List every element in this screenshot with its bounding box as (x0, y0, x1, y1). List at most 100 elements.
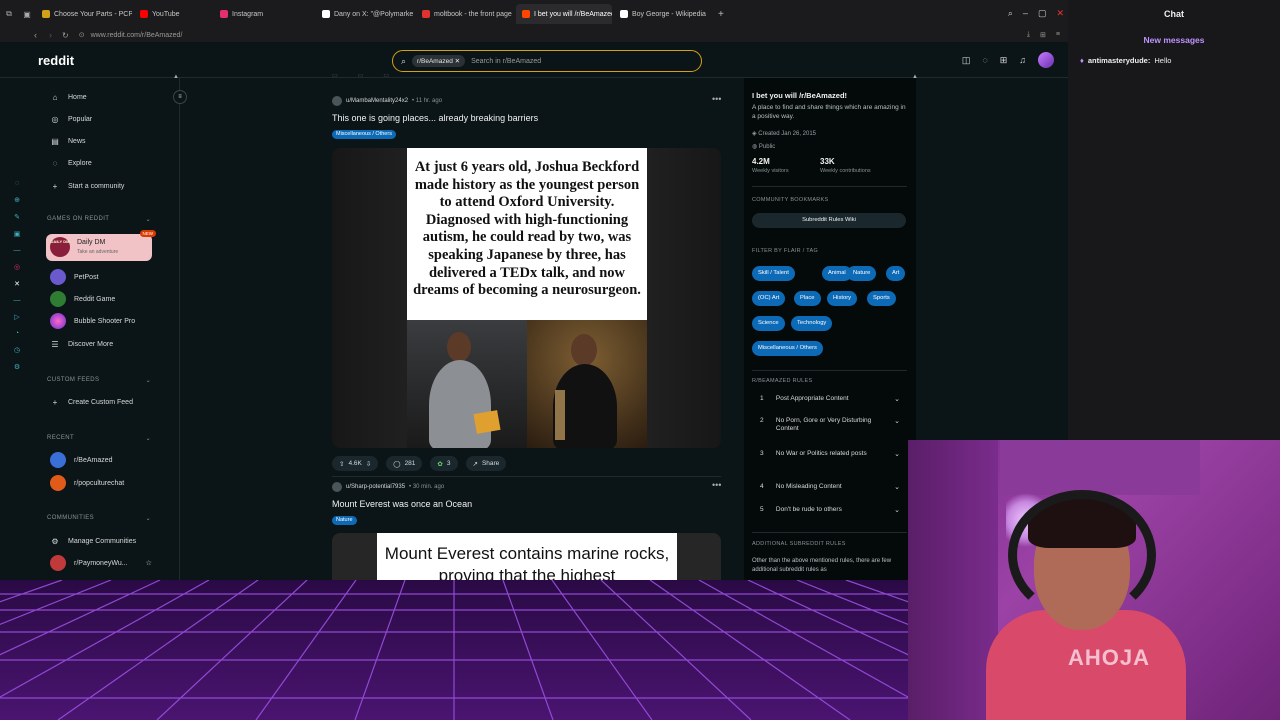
tab-groups-icon[interactable]: ▣ (18, 10, 36, 19)
download-icon[interactable]: ⤓ (1027, 31, 1030, 39)
game-reddit-game[interactable]: Reddit Game (50, 291, 115, 307)
maximize-icon[interactable]: ▢ (1038, 8, 1047, 19)
browser-menu-icon[interactable]: ⧉ (0, 9, 18, 19)
sidepanel-icon[interactable]: ◌ (15, 180, 19, 187)
sidepanel-icon[interactable]: — (14, 297, 21, 304)
nav-item-popular[interactable]: ◎ Popular (50, 112, 93, 126)
flair-filter-chip[interactable]: (OC) Art (752, 291, 786, 306)
reddit-logo[interactable]: reddit (38, 53, 74, 68)
star-icon[interactable]: ☆ (146, 559, 152, 567)
url-field[interactable]: www.reddit.com/r/BeAmazed/ (91, 32, 183, 39)
post-author[interactable]: u/Sharp-potential7935 (346, 484, 405, 490)
flair-filter-chip[interactable]: Sports (867, 291, 896, 306)
browser-tab[interactable]: Instagram (214, 4, 314, 24)
downvote-icon[interactable]: ⇩ (366, 460, 371, 468)
chat-username[interactable]: antimasterydude: (1088, 56, 1151, 65)
rule-item[interactable]: 1 Post Appropriate Content ⌄ (760, 395, 900, 403)
nav-item-start-a-community[interactable]: + Start a community (50, 179, 125, 193)
flair-filter-chip[interactable]: Skill / Talent (752, 266, 795, 281)
back-icon[interactable]: ‹ (34, 30, 37, 40)
chevron-down-icon[interactable]: ⌄ (894, 417, 900, 433)
search-bar[interactable]: ⌕ r/BeAmazed ✕ Search in r/BeAmazed (392, 50, 702, 72)
browser-settings-icon[interactable]: ≡ (1056, 31, 1060, 39)
share-button[interactable]: ↗ Share (465, 456, 507, 471)
browser-tab[interactable]: Choose Your Parts - PCPa (36, 4, 132, 24)
communities-header[interactable]: COMMUNITIES ⌄ (47, 515, 151, 522)
discover-more[interactable]: ☰ Discover More (50, 337, 113, 351)
forward-icon[interactable]: › (49, 30, 52, 40)
rule-item[interactable]: 3 No War or Politics related posts ⌄ (760, 450, 900, 458)
scroll-up-icon[interactable]: ▲ (912, 74, 918, 80)
flair-filter-chip[interactable]: Art (886, 266, 906, 281)
new-messages-banner[interactable]: New messages (1068, 35, 1280, 45)
flair-filter-chip[interactable]: Place (794, 291, 821, 306)
post-image[interactable]: Mount Everest contains marine rocks, pro… (332, 533, 721, 580)
post-title[interactable]: This one is going places... already brea… (332, 113, 538, 123)
recent-beamazed[interactable]: r/BeAmazed (50, 452, 113, 468)
rules-wiki-button[interactable]: Subreddit Rules Wiki (752, 213, 906, 228)
search-scope-chip[interactable]: r/BeAmazed ✕ (412, 55, 466, 67)
chevron-down-icon[interactable]: ⌄ (894, 506, 900, 514)
rule-item[interactable]: 5 Don't be rude to others ⌄ (760, 506, 900, 514)
sidepanel-icon[interactable]: ▣ (14, 230, 21, 238)
close-window-icon[interactable]: ✕ (1056, 8, 1064, 19)
sidepanel-icon[interactable]: ⊕ (14, 196, 20, 204)
advertise-icon[interactable]: ◫ (962, 55, 971, 66)
rule-item[interactable]: 4 No Misleading Content ⌄ (760, 483, 900, 491)
browser-tab[interactable]: moltbook - the front page (416, 4, 514, 24)
reload-icon[interactable]: ↻ (62, 31, 69, 40)
comments-button[interactable]: ◯ 281 (386, 456, 423, 471)
sidepanel-icon[interactable]: ◔ (15, 330, 19, 337)
chip-close-icon[interactable]: ✕ (455, 58, 460, 65)
award-button[interactable]: ✿ 3 (430, 456, 458, 471)
create-post-icon[interactable]: ⊞ (1000, 55, 1008, 66)
post-options-icon[interactable]: ••• (712, 94, 721, 104)
chat-icon[interactable]: ◌ (982, 55, 987, 65)
chevron-down-icon[interactable]: ⌄ (894, 395, 900, 403)
create-custom-feed[interactable]: + Create Custom Feed (50, 395, 133, 409)
notifications-icon[interactable]: ♫ (1019, 55, 1026, 65)
game-petpost[interactable]: PetPost (50, 269, 99, 285)
game-bubble-shooter[interactable]: Bubble Shooter Pro (50, 313, 135, 329)
sidepanel-icon[interactable]: — (14, 247, 21, 254)
post-flair[interactable]: Nature (332, 516, 357, 525)
chevron-down-icon[interactable]: ⌄ (894, 483, 900, 491)
nav-item-news[interactable]: ▤ News (50, 135, 85, 149)
extensions-icon[interactable]: ⊞ (1040, 31, 1046, 39)
flair-filter-chip[interactable]: History (827, 291, 858, 306)
post-flair[interactable]: Miscellaneous / Others (332, 130, 396, 139)
games-section-header[interactable]: GAMES ON REDDIT ⌄ (47, 216, 151, 223)
sidepanel-icon[interactable]: ▷ (14, 313, 19, 321)
chevron-down-icon[interactable]: ⌄ (894, 450, 900, 458)
post-image[interactable]: At just 6 years old, Joshua Beckford mad… (332, 148, 721, 448)
search-tabs-icon[interactable]: ⌕ (1008, 8, 1013, 19)
site-info-icon[interactable]: ⊙ (79, 31, 85, 39)
community-item[interactable]: r/Paymoney​Wu... ☆ (50, 555, 152, 571)
custom-feeds-header[interactable]: CUSTOM FEEDS ⌄ (47, 377, 151, 384)
browser-tab[interactable]: Dany on X: "@Polymarke (316, 4, 414, 24)
flair-filter-chip[interactable]: Science (752, 316, 785, 331)
browser-tab[interactable]: YouTube (134, 4, 212, 24)
post-title[interactable]: Mount Everest was once an Ocean (332, 499, 472, 509)
browser-tab[interactable]: I bet you will /r/BeAmazed (516, 4, 612, 24)
flair-filter-chip[interactable]: Technology (791, 316, 833, 331)
sidepanel-icon[interactable]: ◷ (14, 346, 20, 354)
manage-communities[interactable]: ⚙ Manage Communities (50, 534, 136, 548)
flair-filter-chip[interactable]: Miscellaneous / Others (752, 341, 823, 356)
post-author[interactable]: u/MambaMentality24x2 (346, 98, 408, 104)
nav-item-explore[interactable]: ◌ Explore (50, 157, 92, 171)
settings-icon[interactable]: ⚙ (14, 363, 20, 371)
post-options-icon[interactable]: ••• (712, 480, 721, 490)
rule-item[interactable]: 2 No Porn, Gore or Very Disturbing Conten… (760, 417, 900, 433)
instagram-icon[interactable]: ◎ (14, 263, 20, 271)
sidepanel-icon[interactable]: ✎ (14, 213, 20, 221)
new-tab-button[interactable]: + (718, 9, 724, 20)
flair-filter-chip[interactable]: Nature (847, 266, 877, 281)
recent-popculturechat[interactable]: r/popculturechat (50, 475, 124, 491)
upvote-icon[interactable]: ⇧ (339, 460, 344, 468)
user-avatar[interactable] (1038, 52, 1054, 68)
search-input[interactable]: Search in r/BeAmazed (471, 58, 541, 65)
nav-item-home[interactable]: ⌂ Home (50, 90, 87, 104)
x-icon[interactable]: ✕ (14, 280, 20, 288)
scroll-up-icon[interactable]: ▲ (173, 74, 179, 80)
